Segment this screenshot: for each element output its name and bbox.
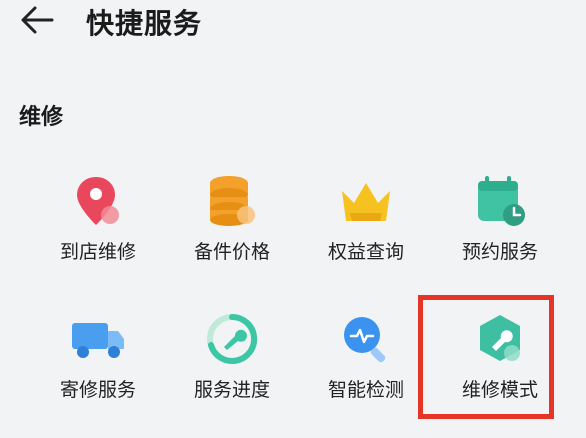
service-label: 智能检测 [327, 379, 404, 401]
page-title: 快捷服务 [86, 7, 203, 40]
location-pin-icon [68, 173, 128, 229]
service-tile-smart-detection[interactable]: 智能检测 [300, 301, 432, 421]
service-label: 备件价格 [193, 241, 270, 263]
page: 快捷服务 维修 到店维修 备件价格 权益查询 预约服务 寄修服务 服务进度 智能… [0, 0, 586, 438]
service-label: 寄修服务 [59, 379, 136, 401]
app-header: 快捷服务 [0, 0, 586, 44]
service-tile-appointment[interactable]: 预约服务 [434, 163, 566, 283]
service-tile-service-progress[interactable]: 服务进度 [166, 301, 298, 421]
service-tile-benefits-query[interactable]: 权益查询 [300, 163, 432, 283]
service-tile-mail-in-repair[interactable]: 寄修服务 [32, 301, 164, 421]
service-tile-repair-mode[interactable]: 维修模式 [434, 301, 566, 421]
service-label: 服务进度 [193, 379, 270, 401]
hexagon-wrench-icon [470, 311, 530, 367]
section-title-repair: 维修 [19, 105, 64, 130]
back-button[interactable] [18, 4, 58, 36]
service-label: 到店维修 [59, 241, 136, 263]
search-pulse-icon [336, 311, 396, 367]
crown-icon [336, 173, 396, 229]
service-tile-store-repair[interactable]: 到店维修 [32, 163, 164, 283]
service-label: 维修模式 [461, 379, 538, 401]
arrow-left-icon [21, 6, 54, 34]
progress-wrench-icon [202, 311, 262, 367]
coin-stack-icon [202, 173, 262, 229]
truck-icon [68, 311, 128, 367]
calendar-clock-icon [470, 173, 530, 229]
service-tile-parts-price[interactable]: 备件价格 [166, 163, 298, 283]
service-label: 预约服务 [461, 241, 538, 263]
service-grid: 到店维修 备件价格 权益查询 预约服务 寄修服务 服务进度 智能检测 维修模式 [32, 163, 567, 423]
service-label: 权益查询 [327, 241, 404, 263]
